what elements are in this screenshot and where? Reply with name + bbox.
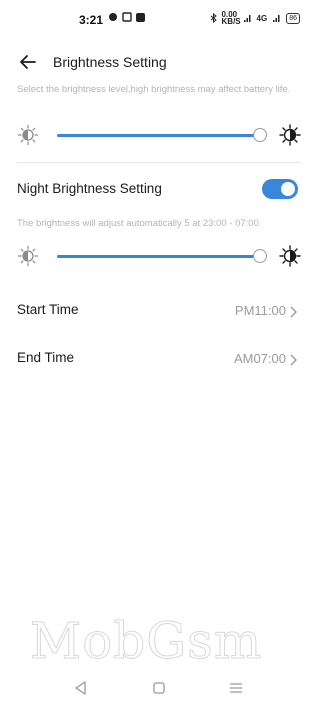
brightness-high-icon — [279, 245, 301, 267]
end-time-value: AM07:00 — [233, 351, 286, 366]
system-navigation-bar — [0, 672, 318, 702]
app-header: Brightness Setting — [0, 46, 318, 78]
signal-icon — [243, 14, 251, 22]
chevron-right-icon — [290, 354, 297, 366]
brightness-fill — [57, 134, 260, 137]
night-brightness-slider[interactable] — [17, 243, 301, 269]
menu-nav-icon[interactable] — [228, 680, 244, 696]
notification-icon — [136, 12, 145, 22]
watermark: MobGsm — [29, 612, 263, 671]
night-brightness-label: Night Brightness Setting — [17, 181, 162, 196]
bluetooth-icon — [210, 13, 217, 23]
wifi-icon — [273, 14, 280, 22]
brightness-slider[interactable] — [17, 122, 301, 148]
brightness-high-icon — [279, 124, 301, 146]
toggle-knob — [281, 182, 295, 196]
status-time: 3:21 — [79, 13, 104, 27]
start-time-label: Start Time — [17, 302, 79, 317]
status-bar: 3:21 0.00 KB/S 4G 86 — [0, 0, 318, 40]
home-nav-icon[interactable] — [151, 680, 167, 696]
night-brightness-toggle[interactable] — [262, 179, 298, 199]
whatsapp-icon — [109, 13, 117, 21]
network-type: 4G — [256, 13, 268, 23]
battery-icon: 86 — [286, 12, 300, 24]
night-brightness-thumb[interactable] — [252, 249, 267, 263]
section-divider — [17, 162, 301, 163]
brightness-thumb[interactable] — [252, 128, 267, 142]
data-speed-icon: 0.00 KB/S — [221, 10, 241, 26]
night-brightness-fill — [57, 255, 260, 258]
start-time-value: PM11:00 — [234, 303, 286, 318]
end-time-label: End Time — [17, 350, 75, 365]
page-title: Brightness Setting — [53, 54, 167, 70]
brightness-track[interactable] — [57, 128, 267, 142]
back-arrow-icon[interactable] — [15, 49, 41, 75]
back-nav-icon[interactable] — [73, 680, 89, 696]
brightness-low-icon — [17, 245, 39, 267]
end-time-row[interactable]: End Time AM07:00 — [0, 342, 318, 376]
brightness-low-icon — [17, 124, 39, 146]
brightness-description: Select the brightness level,high brightn… — [17, 84, 291, 95]
sim-icon — [122, 12, 132, 22]
night-description: The brightness will adjust automatically… — [17, 218, 259, 229]
chevron-right-icon — [290, 306, 297, 318]
night-brightness-track[interactable] — [57, 249, 267, 263]
start-time-row[interactable]: Start Time PM11:00 — [0, 294, 318, 328]
